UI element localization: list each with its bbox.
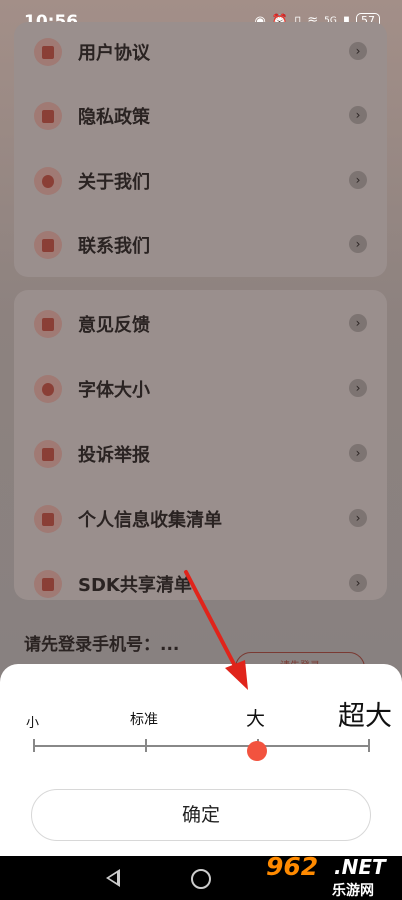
home-icon[interactable] (191, 869, 211, 889)
menu-item-personal-info-list[interactable]: 个人信息收集清单 › (14, 493, 387, 543)
menu-item-contact-us[interactable]: 联系我们 › (14, 219, 387, 269)
chevron-right-icon: › (349, 314, 367, 332)
menu-item-label: SDK共享清单 (78, 575, 192, 596)
menu-item-label: 意见反馈 (78, 315, 150, 336)
document-icon (34, 38, 62, 66)
slider-track[interactable] (33, 745, 369, 747)
slider-tick (368, 739, 370, 752)
chevron-right-icon: › (349, 574, 367, 592)
person-icon (34, 167, 62, 195)
menu-card-settings: 意见反馈 › 字体大小 › 投诉举报 › 个人信息收集清单 › SDK共享清单 … (14, 290, 387, 600)
confirm-button-label: 确定 (181, 804, 220, 826)
phone-icon (34, 231, 62, 259)
list-icon (34, 570, 62, 598)
size-option-large[interactable]: 大 (246, 704, 265, 731)
chevron-right-icon: › (349, 42, 367, 60)
menu-item-privacy-policy[interactable]: 隐私政策 › (14, 90, 387, 140)
font-icon (34, 375, 62, 403)
menu-item-label: 关于我们 (78, 172, 150, 193)
chevron-right-icon: › (349, 444, 367, 462)
watermark-suffix: .NET (334, 855, 386, 879)
menu-card-about: 用户协议 › 隐私政策 › 关于我们 › 联系我们 › (14, 22, 387, 277)
feedback-icon (34, 310, 62, 338)
menu-item-label: 个人信息收集清单 (78, 510, 222, 531)
size-option-standard[interactable]: 标准 (130, 709, 158, 729)
watermark-cn: 乐游网 (332, 883, 374, 899)
font-size-sheet: 小 标准 大 超大 确定 (0, 664, 402, 856)
menu-item-label: 隐私政策 (78, 107, 150, 128)
back-icon-inner (109, 873, 117, 883)
menu-item-label: 用户协议 (78, 43, 150, 64)
menu-item-user-agreement[interactable]: 用户协议 › (14, 26, 387, 76)
size-option-extra-large[interactable]: 超大 (338, 694, 392, 733)
login-prompt: 请先登录手机号：... (24, 635, 180, 655)
menu-item-label: 字体大小 (78, 380, 150, 401)
chevron-right-icon: › (349, 235, 367, 253)
menu-item-font-size[interactable]: 字体大小 › (14, 363, 387, 413)
menu-item-sdk-list[interactable]: SDK共享清单 › (14, 558, 387, 600)
menu-item-label: 投诉举报 (78, 445, 150, 466)
privacy-icon (34, 102, 62, 130)
chevron-right-icon: › (349, 509, 367, 527)
menu-item-about-us[interactable]: 关于我们 › (14, 155, 387, 205)
clipboard-icon (34, 505, 62, 533)
bell-icon (34, 440, 62, 468)
chevron-right-icon: › (349, 171, 367, 189)
menu-item-feedback[interactable]: 意见反馈 › (14, 298, 387, 348)
size-option-small[interactable]: 小 (26, 712, 39, 731)
watermark-brand: 962 (266, 852, 319, 881)
menu-item-report[interactable]: 投诉举报 › (14, 428, 387, 478)
slider-tick (145, 739, 147, 752)
chevron-right-icon: › (349, 106, 367, 124)
slider-thumb[interactable] (247, 741, 267, 761)
confirm-button[interactable]: 确定 (31, 789, 371, 841)
slider-tick (33, 739, 35, 752)
menu-item-label: 联系我们 (78, 236, 150, 257)
chevron-right-icon: › (349, 379, 367, 397)
watermark-logo: 962 .NET 乐游网 (262, 852, 400, 899)
